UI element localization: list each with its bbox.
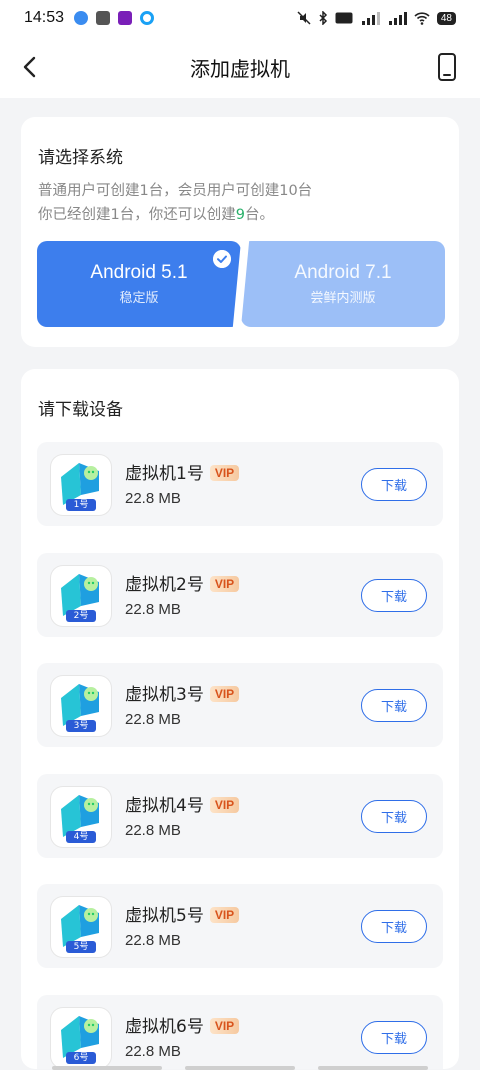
signal-5g-icon xyxy=(388,12,407,25)
vm-size: 22.8 MB xyxy=(125,711,181,728)
quota-info-line2: 你已经创建1台，你还可以创建9台。 xyxy=(38,203,274,227)
system-status-icons: 48 xyxy=(297,11,456,25)
vm-name: 虚拟机1号 VIP xyxy=(125,459,240,484)
phone-icon[interactable] xyxy=(436,52,458,82)
system-option-name: Android 7.1 xyxy=(294,262,392,283)
browser-notification-icon xyxy=(140,11,155,25)
download-button[interactable]: 下载 xyxy=(361,579,427,612)
mute-icon xyxy=(297,11,311,25)
app-notification-icon xyxy=(74,11,89,25)
vm-name: 虚拟机6号 VIP xyxy=(125,1012,240,1037)
vm-number-badge: 5号 xyxy=(66,941,96,953)
system-option-name: Android 5.1 xyxy=(90,262,188,283)
vm-name-text: 虚拟机2号 xyxy=(125,575,204,595)
quota-info-prefix: 你已经创建1台，你还可以创建 xyxy=(38,207,236,223)
quota-info-suffix: 台。 xyxy=(244,207,274,223)
bottom-gesture-bar xyxy=(52,1066,428,1070)
vm-name-text: 虚拟机5号 xyxy=(125,906,204,926)
download-button[interactable]: 下载 xyxy=(361,1021,427,1054)
vm-app-icon: 2号 xyxy=(51,566,111,626)
robot-notification-icon xyxy=(96,11,111,25)
notification-icons xyxy=(74,11,155,25)
signal-4g-icon xyxy=(361,12,380,25)
vm-size: 22.8 MB xyxy=(125,1043,181,1060)
vip-badge: VIP xyxy=(209,907,240,923)
vm-name-text: 虚拟机3号 xyxy=(125,685,204,705)
top-nav-bar: 添加虚拟机 xyxy=(0,36,480,98)
vm-name: 虚拟机4号 VIP xyxy=(125,791,240,816)
system-section-title: 请选择系统 xyxy=(38,148,123,168)
vm-name: 虚拟机3号 VIP xyxy=(125,680,240,705)
status-bar: 14:53 48 xyxy=(0,0,480,36)
wifi-icon xyxy=(414,12,430,25)
device-download-card: 请下载设备 1号 虚拟机1号 VIP 22.8 MB 下载 2号 虚拟机2号 VIP… xyxy=(21,369,459,1069)
download-section-title: 请下载设备 xyxy=(38,400,123,420)
vm-number-badge: 3号 xyxy=(66,720,96,732)
vip-badge: VIP xyxy=(209,797,240,813)
vm-number-badge: 2号 xyxy=(66,610,96,622)
vip-badge: VIP xyxy=(209,686,240,702)
vm-name-text: 虚拟机6号 xyxy=(125,1017,204,1037)
vm-size: 22.8 MB xyxy=(125,490,181,507)
vm-name-text: 虚拟机4号 xyxy=(125,796,204,816)
vm-name: 虚拟机2号 VIP xyxy=(125,570,240,595)
download-button[interactable]: 下载 xyxy=(361,800,427,833)
vm-name-text: 虚拟机1号 xyxy=(125,464,204,484)
list-item: 4号 虚拟机4号 VIP 22.8 MB 下载 xyxy=(37,774,443,858)
quota-info-line1: 普通用户可创建1台，会员用户可创建10台 xyxy=(38,183,313,199)
vip-badge: VIP xyxy=(209,1018,240,1034)
system-select-card: 请选择系统 普通用户可创建1台，会员用户可创建10台 你已经创建1台，你还可以创… xyxy=(21,117,459,347)
vm-app-icon: 4号 xyxy=(51,787,111,847)
vm-app-icon: 6号 xyxy=(51,1008,111,1068)
system-option-subtitle: 稳定版 xyxy=(119,291,159,306)
system-option-subtitle: 尝鲜内测版 xyxy=(310,291,376,306)
hd-icon xyxy=(335,12,353,24)
status-time: 14:53 xyxy=(24,9,65,26)
vm-number-badge: 1号 xyxy=(66,499,96,511)
list-item: 2号 虚拟机2号 VIP 22.8 MB 下载 xyxy=(37,553,443,637)
media-notification-icon xyxy=(118,11,133,25)
system-option-android-7-1[interactable]: Android 7.1 尝鲜内测版 xyxy=(241,241,445,327)
vip-badge: VIP xyxy=(209,465,240,481)
selected-check-icon xyxy=(213,250,231,268)
vm-app-icon: 3号 xyxy=(51,676,111,736)
vm-number-badge: 4号 xyxy=(66,831,96,843)
download-button[interactable]: 下载 xyxy=(361,689,427,722)
list-item: 6号 虚拟机6号 VIP 22.8 MB 下载 xyxy=(37,995,443,1069)
remaining-count: 9 xyxy=(235,207,245,223)
list-item: 5号 虚拟机5号 VIP 22.8 MB 下载 xyxy=(37,884,443,968)
vm-size: 22.8 MB xyxy=(125,932,181,949)
list-item: 3号 虚拟机3号 VIP 22.8 MB 下载 xyxy=(37,663,443,747)
vm-size: 22.8 MB xyxy=(125,822,181,839)
system-option-android-5-1[interactable]: Android 5.1 稳定版 xyxy=(37,241,241,327)
download-button[interactable]: 下载 xyxy=(361,468,427,501)
back-arrow-icon[interactable] xyxy=(16,52,44,82)
vm-app-icon: 5号 xyxy=(51,897,111,957)
vip-badge: VIP xyxy=(209,576,240,592)
battery-indicator: 48 xyxy=(436,11,456,25)
vm-number-badge: 6号 xyxy=(66,1052,96,1064)
vm-app-icon: 1号 xyxy=(51,455,111,515)
vm-size: 22.8 MB xyxy=(125,601,181,618)
list-item: 1号 虚拟机1号 VIP 22.8 MB 下载 xyxy=(37,442,443,526)
download-button[interactable]: 下载 xyxy=(361,910,427,943)
page-title: 添加虚拟机 xyxy=(190,56,290,81)
vm-name: 虚拟机5号 VIP xyxy=(125,901,240,926)
bluetooth-icon xyxy=(319,11,327,25)
